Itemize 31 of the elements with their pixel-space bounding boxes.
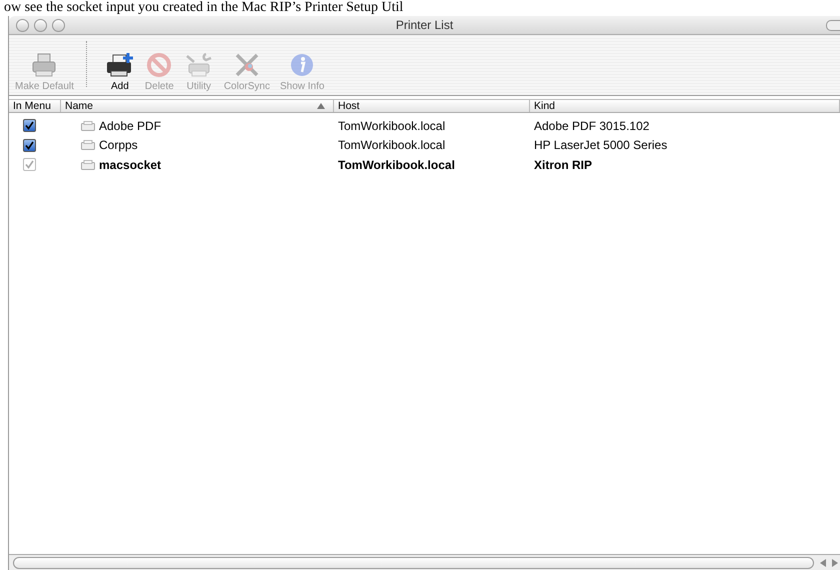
zoom-button[interactable]	[52, 18, 65, 32]
column-header[interactable]: Kind	[534, 100, 556, 112]
scroll-arrows-icon[interactable]	[818, 558, 840, 566]
column-header[interactable]: Name	[65, 100, 94, 112]
close-button[interactable]	[16, 18, 29, 32]
printer-icon	[81, 120, 95, 131]
host-cell: TomWorkibook.local	[338, 158, 455, 172]
kind-cell: Xitron RIP	[534, 158, 592, 172]
caption-text: ow see the socket input you created in the Mac RIP’s Printer Setup Util	[3, 0, 404, 16]
printer-icon	[81, 160, 95, 170]
kind-cell: Adobe PDF 3015.102	[534, 118, 650, 133]
in-menu-checkbox[interactable]	[23, 138, 36, 152]
prohibited-icon	[146, 52, 172, 78]
printer-add-icon	[104, 52, 135, 78]
printer-tools-icon	[184, 52, 214, 78]
printer-name: Corpps	[99, 138, 138, 152]
printer-name: Adobe PDF	[99, 118, 162, 133]
info-icon	[289, 52, 316, 78]
printer-name: macsocket	[99, 158, 162, 172]
horizontal-scrollbar[interactable]	[9, 554, 840, 570]
printer-icon	[81, 140, 95, 150]
column-header[interactable]: Host	[338, 100, 360, 112]
minimize-button[interactable]	[34, 18, 47, 32]
printer-icon	[30, 52, 58, 78]
window-title: Printer List	[396, 18, 454, 32]
host-cell: TomWorkibook.local	[338, 138, 446, 152]
in-menu-checkbox[interactable]	[23, 119, 36, 132]
kind-cell: HP LaserJet 5000 Series	[534, 138, 668, 152]
host-cell: TomWorkibook.local	[338, 118, 446, 133]
column-header[interactable]: In Menu	[13, 100, 51, 112]
toolbar-button[interactable]: Add	[102, 52, 137, 92]
